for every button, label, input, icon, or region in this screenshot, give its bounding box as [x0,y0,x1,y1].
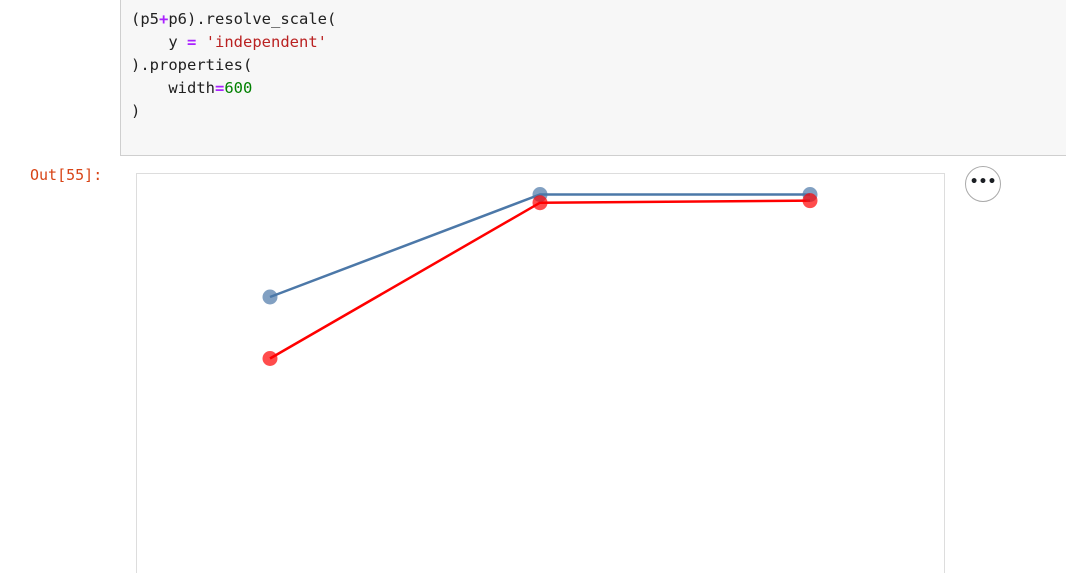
notebook: (p5+p6).resolve_scale( y = 'independent'… [0,0,1066,573]
code-line: ).properties( [131,56,252,74]
code-line: width=600 [131,79,252,97]
code-token: ).properties( [131,56,253,74]
code-token: + [159,10,169,28]
code-token: = [215,79,225,97]
code-line: ) [131,102,140,120]
code-token: = [187,33,197,51]
series-1-point[interactable] [532,195,548,211]
more-icon: ••• [969,174,997,190]
code-token: width [131,79,215,97]
series-0-point[interactable] [262,289,278,305]
code-token: 600 [224,79,253,97]
code-line: (p5+p6).resolve_scale( [131,10,336,28]
chart-svg [262,187,818,366]
series-1-point[interactable] [262,351,278,366]
code-line: y = 'independent' [131,33,327,51]
output-prompt: Out[55]: [30,166,103,184]
code-editor[interactable]: (p5+p6).resolve_scale( y = 'independent'… [131,8,336,123]
code-token: 'independent' [205,33,328,51]
code-cell[interactable]: (p5+p6).resolve_scale( y = 'independent'… [120,0,1066,156]
chart-view [136,173,945,573]
code-token: y [131,33,187,51]
series-1-point[interactable] [802,193,818,209]
chart-actions-button[interactable]: ••• [965,166,1001,202]
code-token: ) [131,102,141,120]
code-token: p6).resolve_scale( [168,10,337,28]
code-token: (p5 [131,10,159,28]
series-1-line [269,199,811,360]
